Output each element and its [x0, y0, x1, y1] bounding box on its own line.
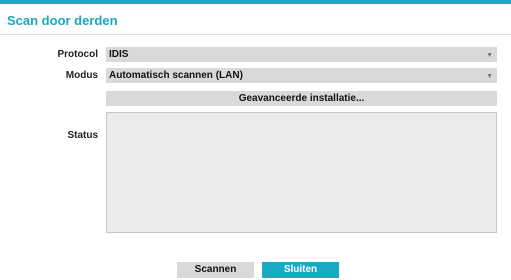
modus-select[interactable]: Automatisch scannen (LAN) ▼: [106, 68, 497, 83]
protocol-select[interactable]: IDIS ▼: [106, 47, 497, 62]
modus-value: Automatisch scannen (LAN): [109, 70, 243, 81]
title-divider: [0, 34, 511, 35]
advanced-installation-button[interactable]: Geavanceerde installatie...: [106, 91, 497, 106]
scan-dialog: Scan door derden Protocol IDIS ▼ Modus A…: [0, 0, 511, 280]
chevron-down-icon: ▼: [486, 52, 493, 59]
scan-button[interactable]: Scannen: [177, 262, 254, 278]
status-box: [106, 112, 497, 233]
modus-label: Modus: [65, 70, 98, 81]
protocol-value: IDIS: [109, 49, 129, 60]
protocol-label: Protocol: [57, 49, 98, 60]
chevron-down-icon: ▼: [486, 73, 493, 80]
close-button[interactable]: Sluiten: [262, 262, 339, 278]
status-label: Status: [67, 130, 98, 141]
dialog-title: Scan door derden: [7, 13, 118, 28]
